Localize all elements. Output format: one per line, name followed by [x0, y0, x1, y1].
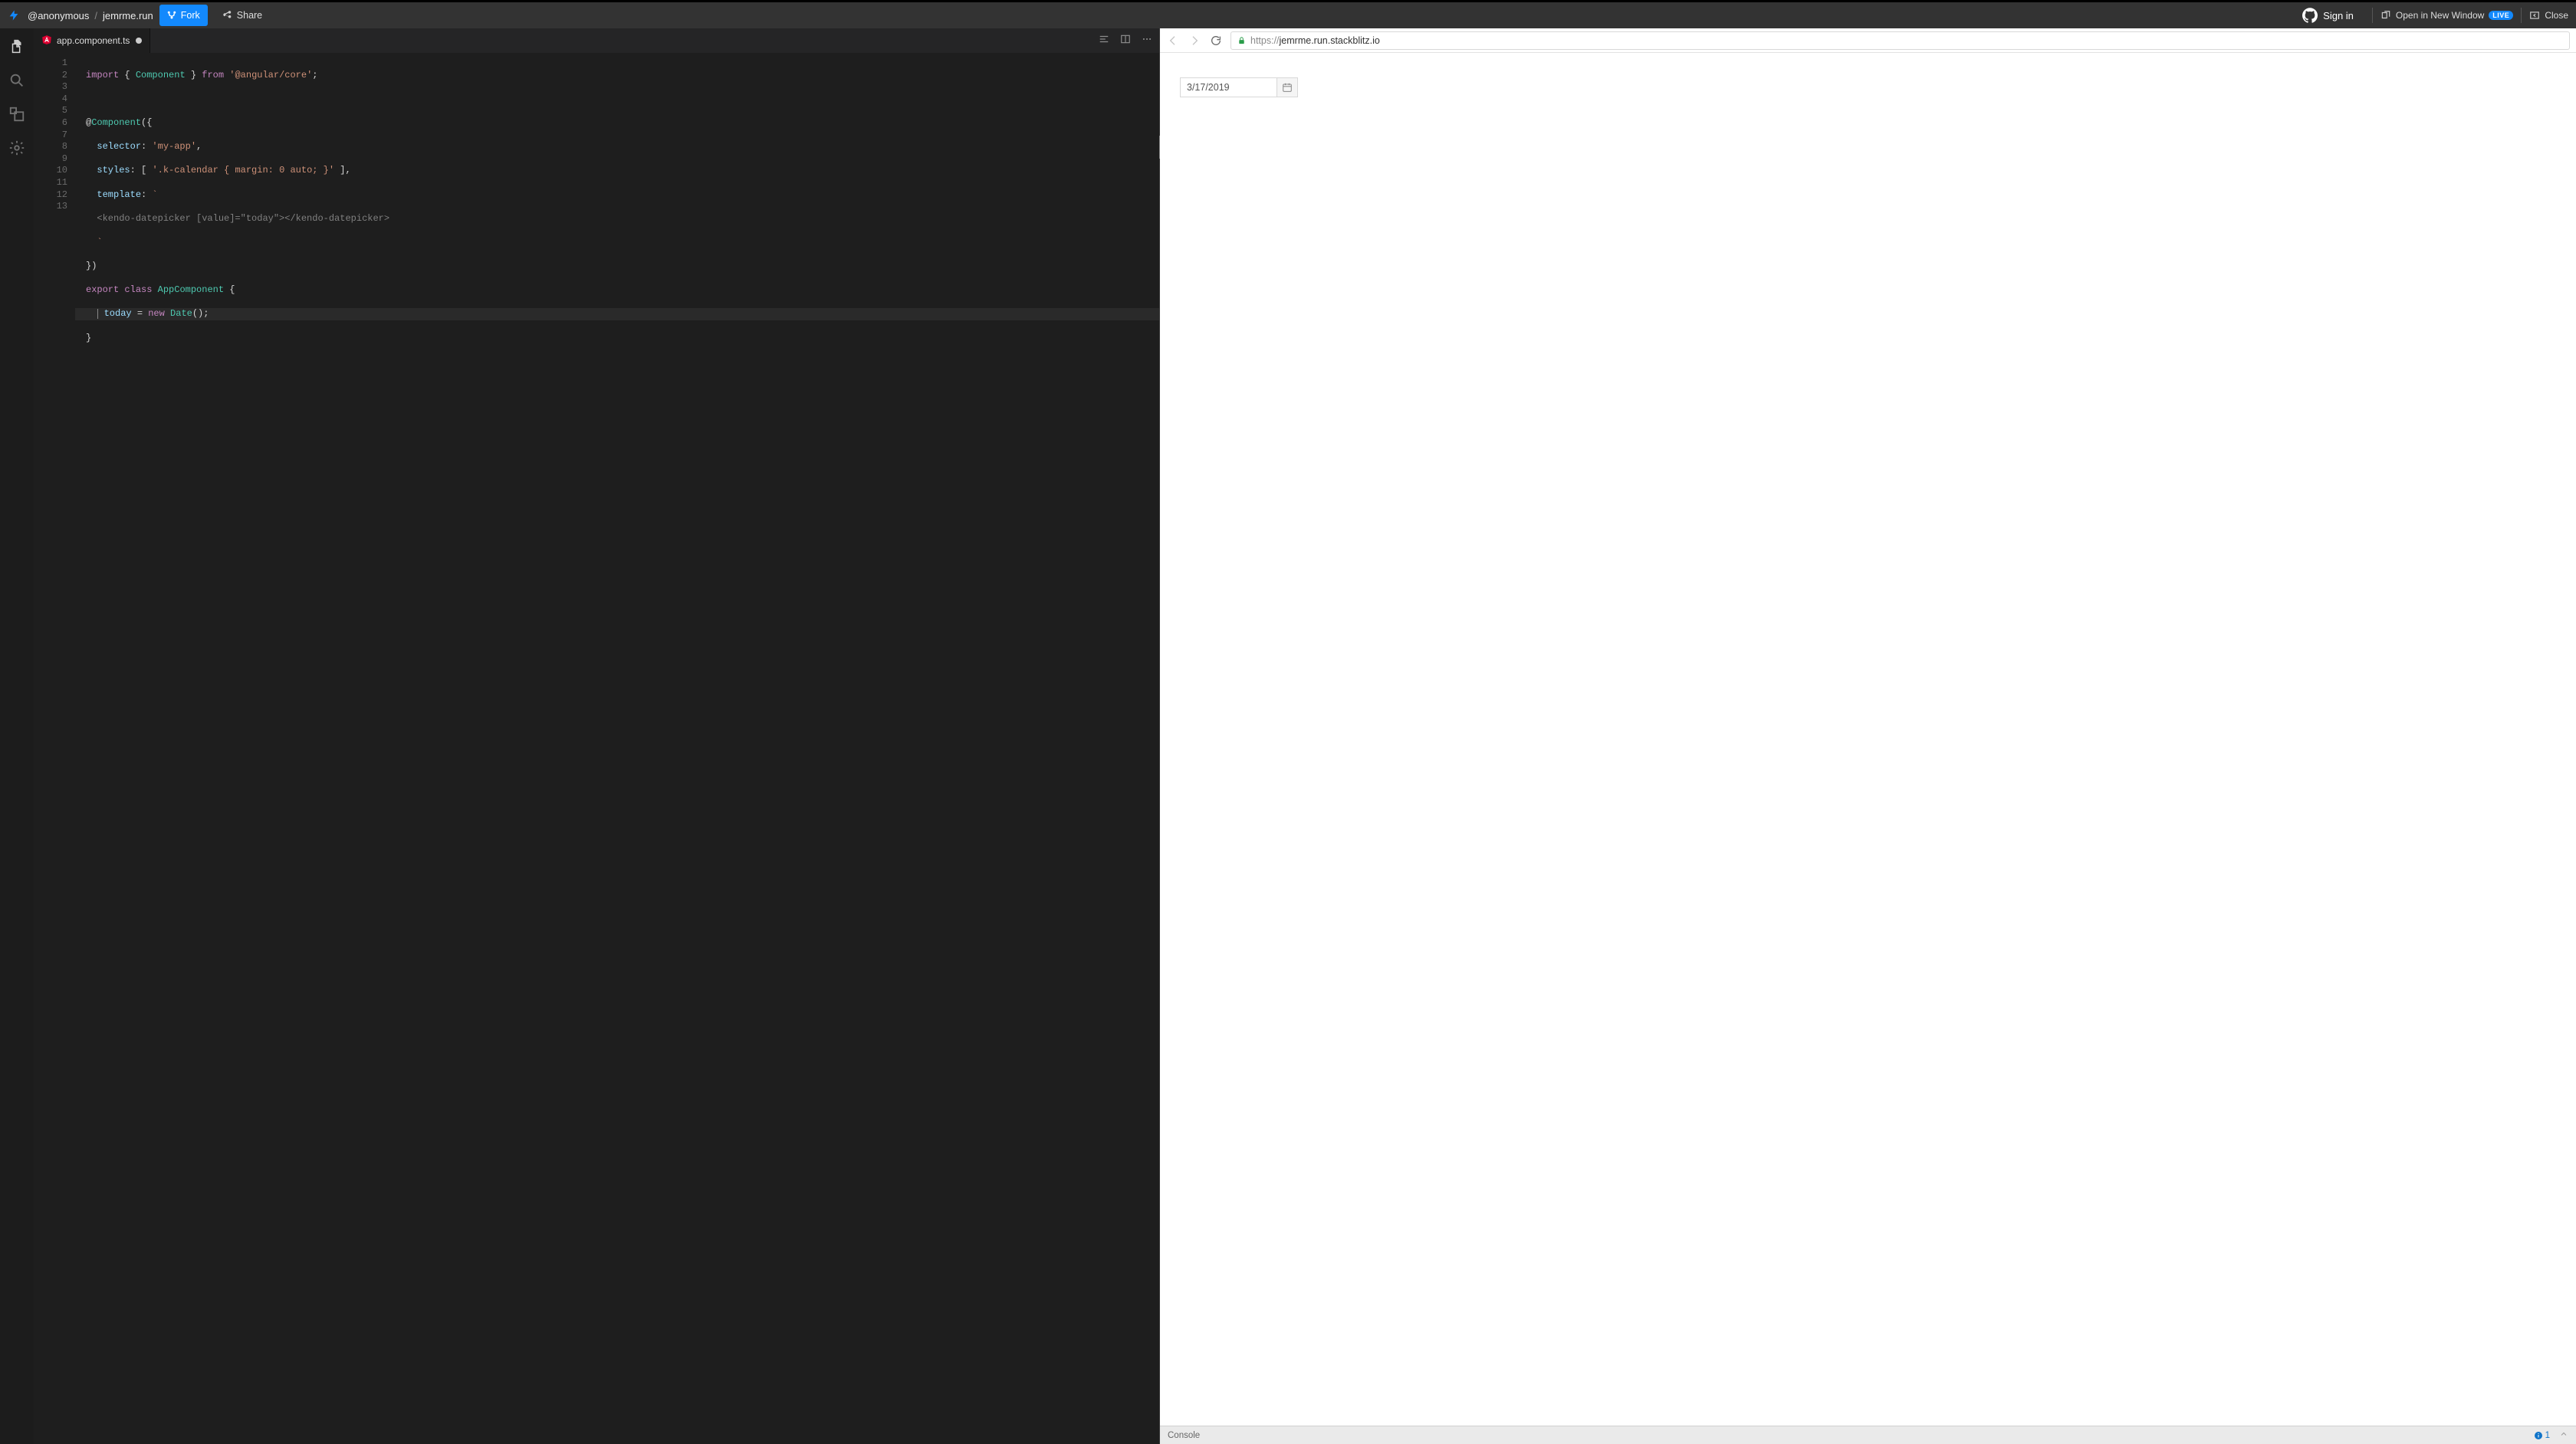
breadcrumb-project[interactable]: jemrme.run	[103, 10, 153, 21]
topbar-separator-2	[2521, 8, 2522, 23]
tab-dirty-indicator	[136, 38, 142, 44]
stackblitz-logo-icon[interactable]	[8, 8, 20, 22]
console-info-number: 1	[2545, 1431, 2550, 1440]
nav-forward-icon[interactable]	[1188, 34, 1201, 48]
close-panel-icon	[2529, 10, 2540, 21]
nav-reload-icon[interactable]	[1209, 34, 1223, 48]
editor-column: app.component.ts 12345678910111213 i	[34, 28, 1159, 1444]
activity-settings-icon[interactable]	[8, 139, 26, 157]
calendar-icon	[1282, 82, 1293, 93]
preview-body[interactable]	[1160, 53, 2576, 1426]
activity-bar	[0, 28, 34, 1444]
angular-file-icon	[41, 34, 52, 48]
topbar: @anonymous / jemrme.run Fork Share Sign …	[0, 2, 2576, 28]
preview-url-host: jemrme.run.stackblitz.io	[1280, 35, 1380, 46]
info-icon	[2534, 1431, 2543, 1440]
share-button[interactable]: Share	[214, 5, 270, 26]
tab-actions	[1092, 28, 1159, 53]
preview-url-protocol: https://	[1250, 35, 1280, 46]
nav-back-icon[interactable]	[1166, 34, 1180, 48]
activity-search-icon[interactable]	[8, 71, 26, 90]
share-button-label: Share	[237, 10, 262, 21]
console-bar[interactable]: Console 1	[1160, 1426, 2576, 1444]
editor-tabs: app.component.ts	[34, 28, 1159, 53]
console-toggle-icon[interactable]	[2559, 1429, 2568, 1441]
sign-in-button[interactable]: Sign in	[2302, 8, 2354, 23]
code-editor[interactable]: 12345678910111213 import { Component } f…	[34, 53, 1159, 1444]
activity-ports-icon[interactable]	[8, 105, 26, 123]
lock-icon	[1237, 36, 1246, 45]
topbar-separator	[2372, 8, 2373, 23]
breadcrumb-owner[interactable]: @anonymous	[28, 10, 89, 21]
editor-gutter: 12345678910111213	[34, 53, 75, 1444]
editor-code-area[interactable]: import { Component } from '@angular/core…	[75, 53, 1159, 1444]
fork-button-label: Fork	[181, 10, 200, 21]
datepicker-input[interactable]	[1180, 77, 1276, 97]
preview-url-bar[interactable]: https://jemrme.run.stackblitz.io	[1230, 31, 2570, 50]
main-split: app.component.ts 12345678910111213 i	[0, 28, 2576, 1444]
tab-filename: app.component.ts	[57, 35, 130, 46]
split-editor-icon[interactable]	[1119, 34, 1132, 48]
preview-column: https://jemrme.run.stackblitz.io Console…	[1159, 28, 2576, 1444]
live-badge: LIVE	[2489, 11, 2513, 20]
fork-icon	[167, 10, 176, 21]
tab-app-component[interactable]: app.component.ts	[34, 28, 150, 53]
breadcrumb-separator: /	[94, 10, 97, 21]
open-new-window-label: Open in New Window	[2396, 10, 2484, 21]
github-icon	[2302, 8, 2318, 23]
console-label: Console	[1168, 1431, 1200, 1440]
fork-button[interactable]: Fork	[159, 5, 208, 26]
preview-toolbar: https://jemrme.run.stackblitz.io	[1160, 28, 2576, 53]
close-button[interactable]: Close	[2529, 10, 2568, 21]
console-info-count[interactable]: 1	[2534, 1431, 2550, 1440]
new-window-icon	[2380, 10, 2391, 21]
share-icon	[222, 10, 232, 21]
sign-in-label: Sign in	[2323, 10, 2354, 21]
close-label: Close	[2545, 10, 2568, 21]
format-code-icon[interactable]	[1098, 34, 1110, 48]
kendo-datepicker	[1180, 77, 1298, 97]
datepicker-calendar-button[interactable]	[1276, 77, 1298, 97]
open-new-window-button[interactable]: Open in New Window LIVE	[2380, 10, 2513, 21]
more-actions-icon[interactable]	[1141, 34, 1153, 48]
activity-files-icon[interactable]	[8, 38, 26, 56]
